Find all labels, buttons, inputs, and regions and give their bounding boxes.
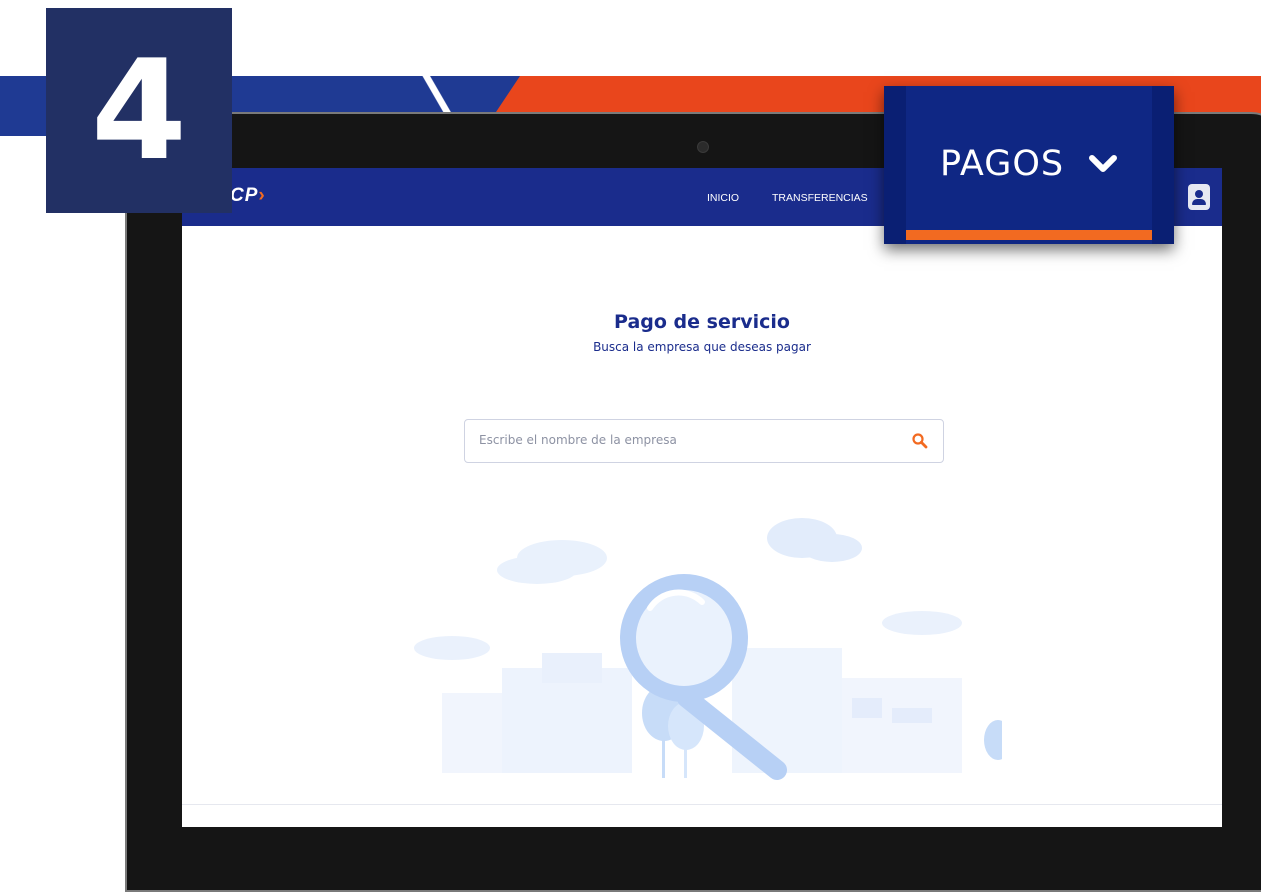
user-icon-body xyxy=(1192,199,1206,205)
step-badge: 4 xyxy=(46,8,232,213)
footer-divider xyxy=(182,804,1222,805)
active-tab-underline xyxy=(906,230,1152,240)
webcam-icon xyxy=(697,141,709,153)
logo-arrow-icon: › xyxy=(258,185,266,206)
user-icon xyxy=(1195,190,1203,198)
page-title: Pago de servicio xyxy=(614,311,790,333)
logo-text: CP xyxy=(230,185,259,206)
company-search-box[interactable] xyxy=(464,419,944,463)
nav-item-inicio[interactable]: INICIO xyxy=(707,192,739,204)
search-illustration xyxy=(414,518,1002,780)
step-number: 4 xyxy=(90,30,188,191)
user-profile-button[interactable] xyxy=(1188,184,1210,210)
nav-item-pagos[interactable]: PAGOS xyxy=(884,86,1174,244)
company-search-input[interactable] xyxy=(477,432,901,448)
chevron-down-icon xyxy=(1089,155,1117,172)
bank-logo[interactable]: CP› xyxy=(230,185,266,207)
pagos-label: PAGOS xyxy=(940,144,1065,184)
callout-side-right xyxy=(1152,86,1174,244)
nav-item-transferencias[interactable]: TRANSFERENCIAS xyxy=(772,192,868,204)
page-subtitle: Busca la empresa que deseas pagar xyxy=(593,340,811,354)
search-icon[interactable] xyxy=(911,432,929,450)
laptop-screen: CP› INICIO TRANSFERENCIAS Pago de servic… xyxy=(182,168,1222,827)
callout-side-left xyxy=(884,86,906,244)
